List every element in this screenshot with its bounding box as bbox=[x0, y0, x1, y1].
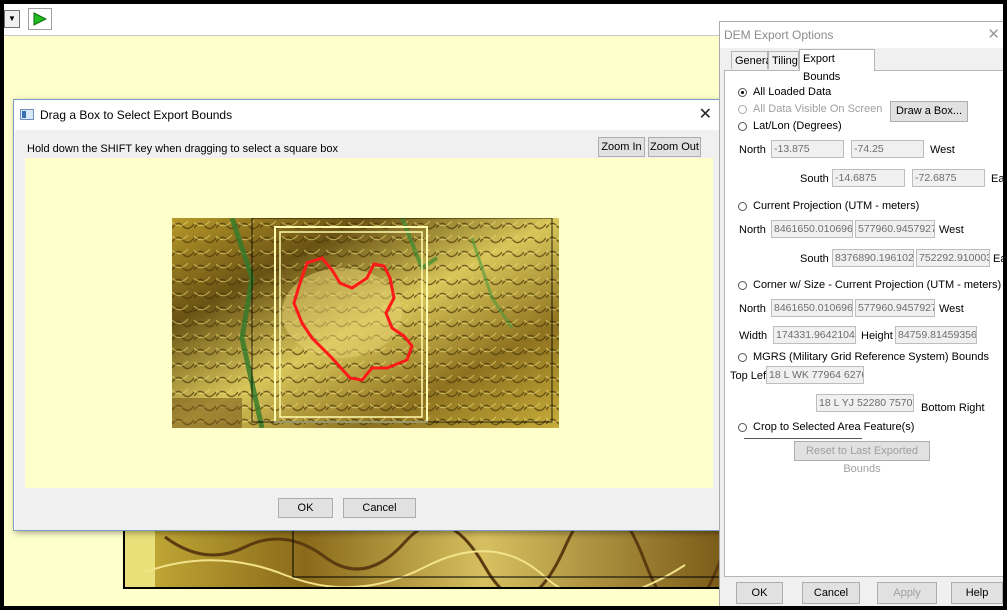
zoom-in-button[interactable]: Zoom In bbox=[598, 137, 645, 157]
top-left-label: Top Left bbox=[730, 370, 770, 382]
south-label: South bbox=[800, 173, 829, 185]
north-label: North bbox=[739, 224, 766, 236]
background-map bbox=[123, 525, 727, 589]
mgrs-label: MGRS (Military Grid Reference System) Bo… bbox=[753, 351, 989, 363]
width-label: Width bbox=[739, 330, 768, 342]
west-label: West bbox=[939, 303, 964, 315]
dialog-title: Drag a Box to Select Export Bounds bbox=[40, 108, 233, 122]
latlon-south-field[interactable]: -14.6875 bbox=[832, 169, 905, 187]
cancel-button[interactable]: Cancel bbox=[802, 582, 860, 604]
terrain-map[interactable] bbox=[172, 218, 559, 428]
mgrs-bottom-right-field[interactable]: 18 L YJ 52280 75707 bbox=[816, 394, 914, 412]
cancel-button[interactable]: Cancel bbox=[343, 498, 416, 518]
utm-south-field[interactable]: 8376890.196102 bbox=[832, 249, 914, 267]
utm-west-field[interactable]: 577960.9457927 bbox=[855, 220, 935, 238]
corner-width-field[interactable]: 174331.9642104 bbox=[773, 326, 856, 344]
zoom-out-button[interactable]: Zoom Out bbox=[648, 137, 701, 157]
draw-box-button[interactable]: Draw a Box... bbox=[890, 101, 968, 122]
corner-north-field[interactable]: 8461650.010696 bbox=[771, 299, 853, 317]
latlon-label: Lat/Lon (Degrees) bbox=[753, 120, 842, 132]
radio-all-visible bbox=[738, 105, 747, 114]
crop-underline bbox=[744, 438, 862, 439]
dialog-title: DEM Export Options bbox=[724, 28, 834, 42]
radio-corner-size[interactable] bbox=[738, 281, 747, 290]
height-label: Height bbox=[861, 330, 893, 342]
utm-east-field[interactable]: 752292.9100031 bbox=[916, 249, 990, 267]
dialog-titlebar: DEM Export Options ✕ bbox=[720, 22, 1003, 48]
bottom-right-label: Bottom Right bbox=[921, 402, 985, 414]
corner-west-field[interactable]: 577960.9457927 bbox=[855, 299, 935, 317]
east-label: East bbox=[993, 253, 1003, 265]
radio-mgrs[interactable] bbox=[738, 353, 747, 362]
dialog-body: Hold down the SHIFT key when dragging to… bbox=[15, 130, 721, 530]
latlon-west-field[interactable]: -74.25 bbox=[851, 140, 924, 158]
terrain-image bbox=[172, 218, 559, 428]
close-icon[interactable]: ✕ bbox=[987, 25, 1000, 43]
radio-latlon[interactable] bbox=[738, 122, 747, 131]
map-canvas[interactable] bbox=[25, 158, 713, 488]
tab-general[interactable]: General bbox=[731, 51, 774, 69]
crop-label: Crop to Selected Area Feature(s) bbox=[753, 421, 915, 433]
tab-export-bounds[interactable]: Export Bounds bbox=[799, 49, 875, 83]
current-proj-label: Current Projection (UTM - meters) bbox=[753, 200, 920, 212]
east-label: East bbox=[991, 173, 1003, 185]
export-bounds-panel: All Loaded Data All Data Visible On Scre… bbox=[724, 70, 1003, 577]
south-label: South bbox=[800, 253, 829, 265]
window-icon bbox=[20, 109, 34, 120]
utm-north-field[interactable]: 8461650.010696 bbox=[771, 220, 853, 238]
west-label: West bbox=[939, 224, 964, 236]
all-visible-label: All Data Visible On Screen bbox=[753, 103, 883, 115]
mgrs-top-left-field[interactable]: 18 L WK 77964 62767 bbox=[766, 366, 864, 384]
ok-button[interactable]: OK bbox=[736, 582, 783, 604]
radio-current-proj[interactable] bbox=[738, 202, 747, 211]
close-icon[interactable]: ✕ bbox=[699, 104, 712, 124]
apply-button: Apply bbox=[877, 582, 937, 604]
latlon-east-field[interactable]: -72.6875 bbox=[912, 169, 985, 187]
play-button[interactable] bbox=[28, 8, 52, 30]
latlon-north-field[interactable]: -13.875 bbox=[771, 140, 844, 158]
hint-text: Hold down the SHIFT key when dragging to… bbox=[27, 143, 339, 155]
dialog-titlebar: Drag a Box to Select Export Bounds ✕ bbox=[14, 100, 722, 130]
radio-crop[interactable] bbox=[738, 423, 747, 432]
help-button[interactable]: Help bbox=[951, 582, 1003, 604]
drag-box-dialog: Drag a Box to Select Export Bounds ✕ Hol… bbox=[13, 99, 723, 531]
reset-bounds-button: Reset to Last Exported Bounds bbox=[794, 441, 930, 475]
corner-height-field[interactable]: 84759.81459356 bbox=[895, 326, 977, 344]
west-label: West bbox=[930, 144, 955, 156]
all-loaded-label: All Loaded Data bbox=[753, 86, 832, 98]
dem-export-dialog: DEM Export Options ✕ General Tiling Expo… bbox=[719, 21, 1003, 606]
ok-button[interactable]: OK bbox=[278, 498, 333, 518]
radio-all-loaded[interactable] bbox=[738, 88, 747, 97]
dropdown-button[interactable]: ▼ bbox=[4, 10, 20, 28]
corner-size-label: Corner w/ Size - Current Projection (UTM… bbox=[753, 279, 1002, 291]
tab-tiling[interactable]: Tiling bbox=[768, 51, 799, 69]
main-window: ▼ Drag a Box to Select Export Bounds ✕ H… bbox=[4, 4, 1003, 606]
north-label: North bbox=[739, 303, 766, 315]
play-icon bbox=[33, 12, 47, 26]
north-label: North bbox=[739, 144, 766, 156]
